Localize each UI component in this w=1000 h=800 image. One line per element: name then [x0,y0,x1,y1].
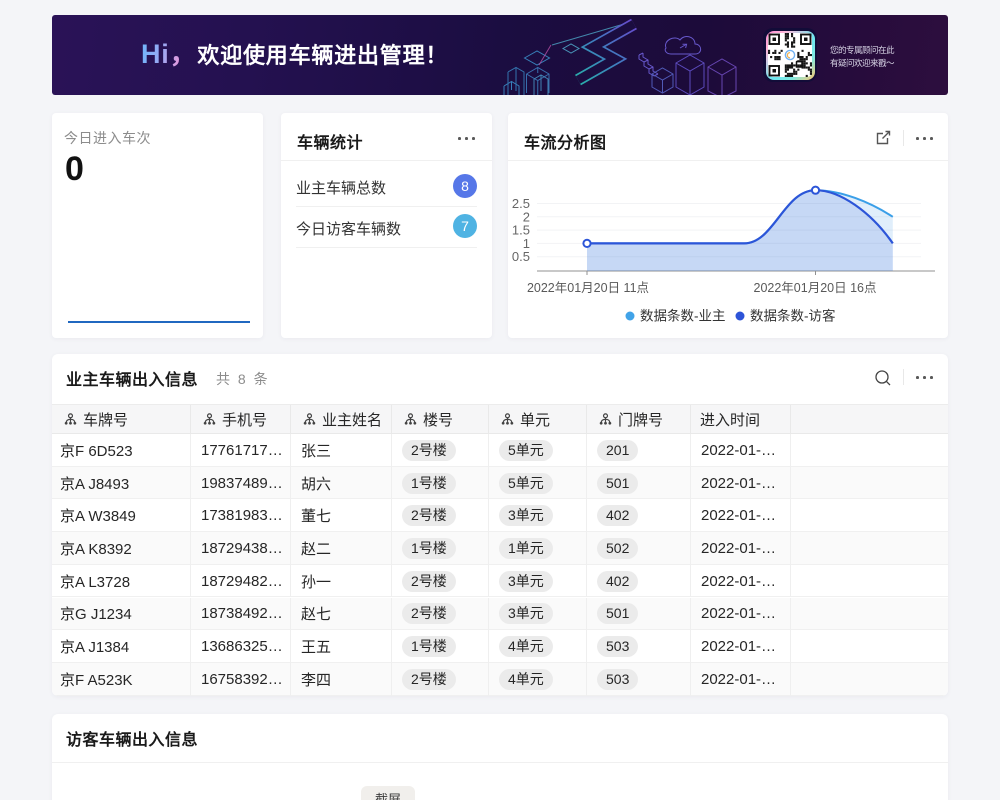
svg-text:2022年01月20日 16点: 2022年01月20日 16点 [754,281,877,295]
svg-text:2022年01月20日 11点: 2022年01月20日 11点 [527,281,649,295]
svg-text:数据条数-访客: 数据条数-访客 [750,308,836,324]
svg-text:0.5: 0.5 [512,249,530,264]
svg-text:数据条数-业主: 数据条数-业主 [640,308,726,324]
